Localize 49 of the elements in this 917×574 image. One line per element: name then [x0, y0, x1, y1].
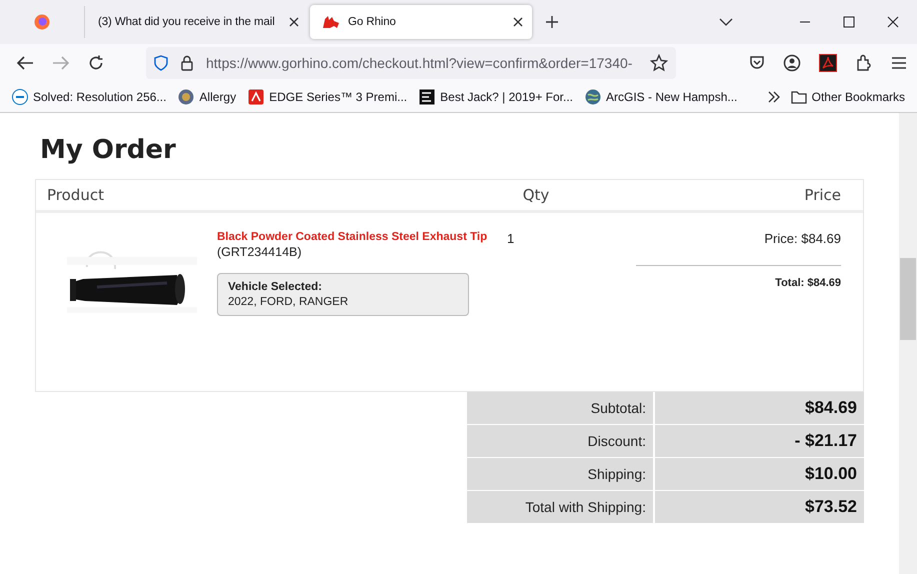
column-header: Qty	[522, 186, 550, 204]
summary-label: Shipping:	[467, 458, 653, 492]
extensions-icon[interactable]	[855, 54, 873, 72]
product-link[interactable]: Black Powder Coated Stainless Steel Exhaust Tip	[217, 231, 488, 244]
summary-value: $84.69	[653, 392, 864, 426]
bookmark-star-icon[interactable]	[650, 54, 668, 72]
summary-label: Total with Shipping:	[467, 491, 653, 524]
back-icon[interactable]	[16, 55, 34, 71]
scrollbar[interactable]	[899, 113, 917, 574]
line-total-text: Total: $84.69	[775, 277, 841, 290]
account-icon[interactable]	[783, 54, 801, 72]
summary-value: - $21.17	[653, 425, 864, 458]
browser-tab[interactable]: (3) What did you receive in the mail	[86, 5, 308, 39]
reload-icon[interactable]	[88, 55, 104, 71]
maximize-icon[interactable]	[843, 16, 855, 28]
close-icon[interactable]	[887, 16, 899, 28]
other-bookmarks-item[interactable]: Other Bookmarks	[790, 90, 905, 104]
bookmark-item[interactable]: Best Jack? | 2019+ For...	[419, 89, 574, 105]
bookmark-item[interactable]: Allergy	[178, 89, 236, 105]
summary-value: $73.52	[653, 491, 864, 524]
quantity-text: 1	[507, 230, 516, 248]
column-header: Price	[803, 186, 841, 204]
bookmark-item[interactable]: ArcGIS - New Hampsh...	[585, 89, 738, 105]
summary-label: Subtotal:	[467, 392, 653, 426]
vehicle-value: 2022, FORD, RANGER	[228, 296, 350, 308]
page-heading: My Order	[40, 135, 177, 166]
browser-tab[interactable]: Go Rhino	[310, 5, 532, 39]
firefox-icon[interactable]	[34, 14, 50, 30]
menu-icon[interactable]	[891, 56, 907, 70]
square-logo-icon[interactable]	[419, 89, 436, 105]
close-icon[interactable]	[288, 16, 300, 28]
vehicle-label: Vehicle Selected:	[228, 281, 323, 294]
lock-icon[interactable]	[180, 55, 194, 71]
column-header: Product	[47, 186, 105, 204]
bookmark-item[interactable]: EDGE Series™ 3 Premi...	[248, 89, 408, 105]
price-text: Price: $84.69	[764, 231, 841, 246]
pocket-icon[interactable]	[749, 55, 765, 71]
circle-logo-icon[interactable]	[12, 89, 28, 105]
close-icon[interactable]	[512, 16, 524, 28]
chevron-icon[interactable]	[766, 91, 781, 103]
product-sku: (GRT234414B)	[217, 245, 303, 260]
pdf-extension-icon[interactable]	[819, 54, 837, 72]
shield-icon[interactable]	[154, 55, 168, 71]
folder-icon[interactable]	[790, 90, 807, 104]
summary-value: $10.00	[653, 458, 864, 492]
summary-label: Discount:	[467, 425, 653, 458]
bookmark-item[interactable]: Solved: Resolution 256...	[12, 89, 166, 105]
tab-list-icon[interactable]	[719, 17, 733, 27]
new-tab-icon[interactable]	[545, 15, 559, 29]
